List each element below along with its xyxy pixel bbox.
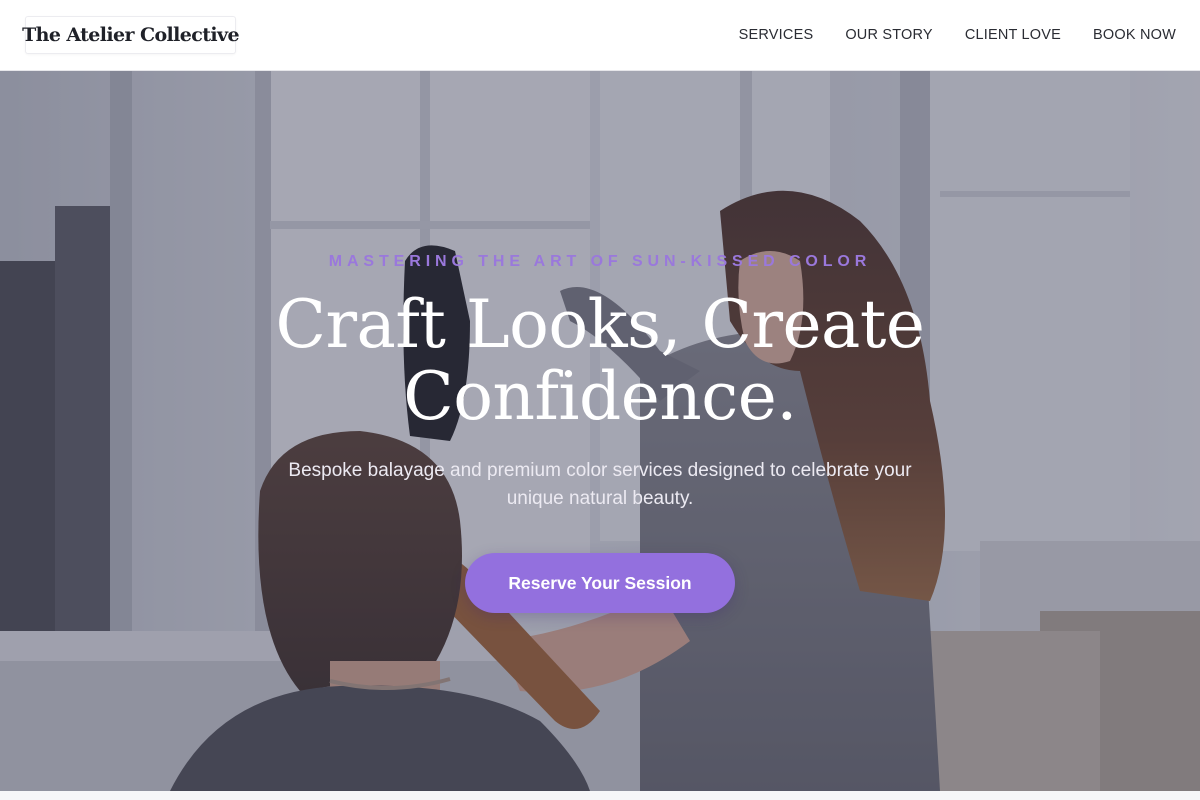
nav-link-client-love[interactable]: CLIENT LOVE: [965, 27, 1061, 43]
hero-headline: Craft Looks, Create Confidence.: [275, 286, 926, 435]
nav-link-book-now[interactable]: BOOK NOW: [1093, 27, 1176, 43]
site-header: The Atelier Collective SERVICES OUR STOR…: [0, 0, 1200, 71]
hero-subheadline: Bespoke balayage and premium color servi…: [288, 460, 912, 509]
hero-eyebrow: MASTERING THE ART OF SUN-KISSED COLOR: [328, 253, 872, 270]
main-nav: SERVICES OUR STORY CLIENT LOVE BOOK NOW: [739, 0, 1176, 70]
brand-logo[interactable]: The Atelier Collective: [22, 16, 240, 54]
hero-content: MASTERING THE ART OF SUN-KISSED COLOR Cr…: [0, 71, 1200, 791]
hero-section: MASTERING THE ART OF SUN-KISSED COLOR Cr…: [0, 71, 1200, 791]
page-bottom-strip: [0, 791, 1200, 800]
nav-link-services[interactable]: SERVICES: [739, 27, 814, 43]
brand-name: The Atelier Collective: [22, 24, 239, 46]
reserve-session-button[interactable]: Reserve Your Session: [465, 553, 735, 613]
nav-link-our-story[interactable]: OUR STORY: [845, 27, 932, 43]
